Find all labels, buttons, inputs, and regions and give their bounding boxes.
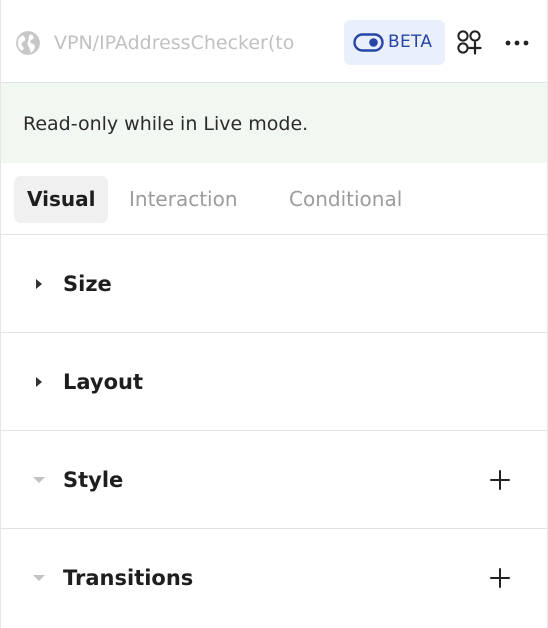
tab-interaction[interactable]: Interaction	[129, 176, 238, 223]
toggle-icon	[353, 33, 384, 52]
tab-conditional[interactable]: Conditional	[289, 176, 402, 223]
globe-icon	[16, 31, 40, 55]
inspector-panel: VPN/IPAddressChecker(to BETA Read-only w…	[0, 0, 548, 628]
tab-visual[interactable]: Visual	[14, 176, 108, 223]
section-size-label: Size	[63, 272, 112, 296]
section-transitions-label: Transitions	[63, 566, 194, 590]
panel-header: VPN/IPAddressChecker(to BETA	[1, 0, 547, 83]
beta-badge-button[interactable]: BETA	[344, 20, 445, 65]
notice-text: Read-only while in Live mode.	[23, 113, 309, 135]
plus-icon[interactable]	[489, 567, 511, 589]
beta-label: BETA	[388, 32, 433, 52]
more-horizontal-icon[interactable]	[504, 33, 530, 53]
section-transitions[interactable]: Transitions	[1, 529, 547, 628]
section-style-label: Style	[63, 468, 124, 492]
caret-down-icon	[33, 477, 45, 483]
section-size[interactable]: Size	[1, 235, 547, 333]
live-mode-notice: Read-only while in Live mode.	[1, 83, 547, 163]
page-title: VPN/IPAddressChecker(to	[54, 32, 295, 54]
section-layout-label: Layout	[63, 370, 144, 394]
section-style[interactable]: Style	[1, 431, 547, 529]
caret-right-icon	[36, 279, 42, 289]
caret-down-icon	[33, 575, 45, 581]
plus-icon[interactable]	[489, 469, 511, 491]
components-icon[interactable]	[455, 28, 483, 56]
tab-bar: Visual Interaction Conditional	[1, 163, 547, 235]
caret-right-icon	[36, 377, 42, 387]
section-layout[interactable]: Layout	[1, 333, 547, 431]
title-fade	[316, 22, 346, 64]
